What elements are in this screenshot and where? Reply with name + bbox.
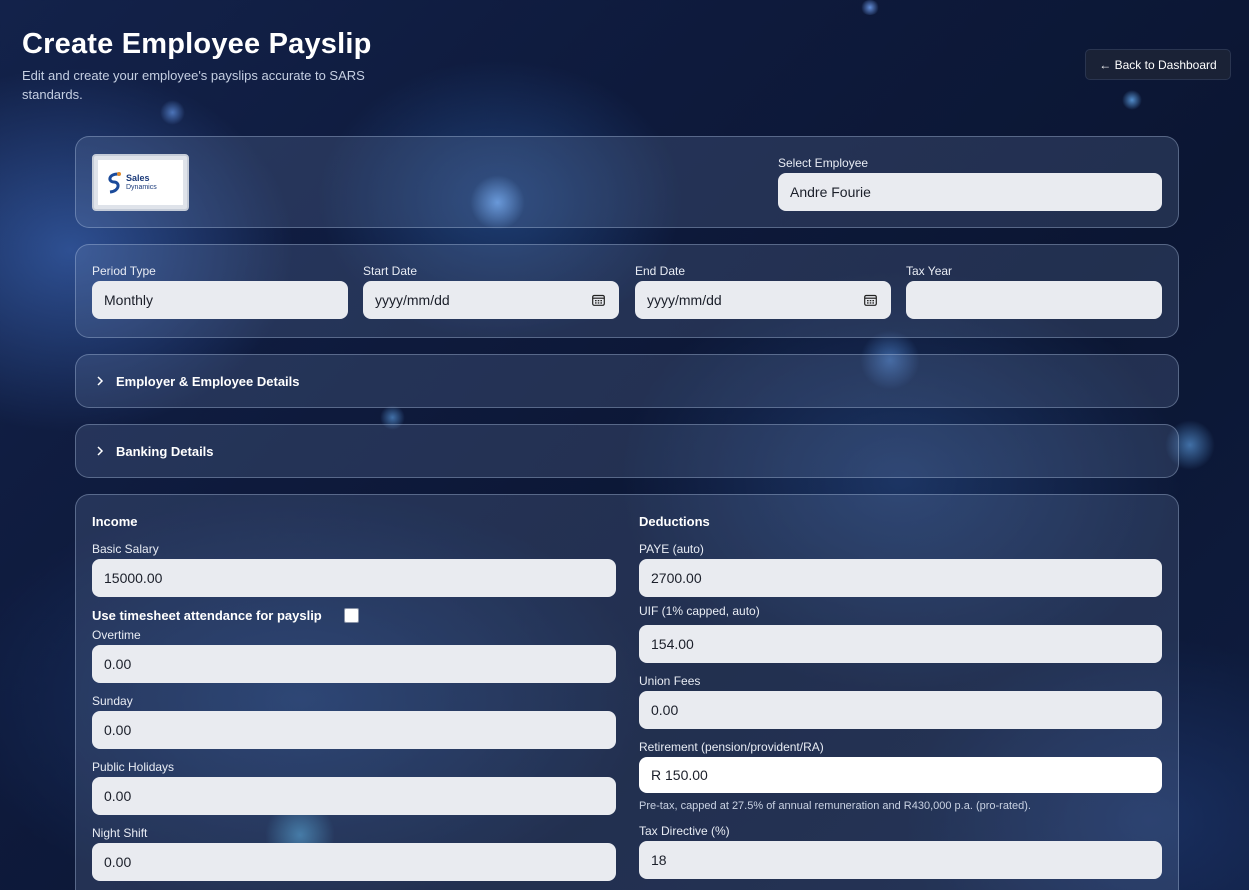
calendar-icon[interactable] (864, 294, 877, 306)
page-subtitle: Edit and create your employee's payslips… (22, 68, 365, 102)
logo-swirl-icon (108, 171, 121, 193)
income-heading: Income (92, 514, 138, 529)
deductions-heading: Deductions (639, 514, 710, 529)
period-type-select[interactable]: Monthly (92, 281, 348, 319)
company-panel: Sales Dynamics Select Employee Andre Fou… (75, 136, 1179, 228)
paye-input[interactable]: 2700.00 (639, 559, 1162, 597)
sunday-label: Sunday (92, 694, 133, 708)
back-to-dashboard-button[interactable]: ← Back to Dashboard (1085, 49, 1231, 80)
start-date-placeholder: yyyy/mm/dd (375, 292, 450, 308)
public-holidays-label: Public Holidays (92, 760, 175, 774)
start-date-label: Start Date (363, 264, 418, 278)
uif-input[interactable]: 154.00 (639, 625, 1162, 663)
retirement-hint: Pre-tax, capped at 27.5% of annual remun… (639, 800, 1031, 812)
end-date-input[interactable]: yyyy/mm/dd (635, 281, 891, 319)
logo-name-2: Dynamics (126, 183, 157, 191)
page-title: Create Employee Payslip (22, 28, 372, 60)
retirement-label: Retirement (pension/provident/RA) (639, 740, 824, 754)
banking-details-title: Banking Details (116, 444, 214, 459)
union-fees-label: Union Fees (639, 674, 701, 688)
overtime-label: Overtime (92, 628, 141, 642)
company-logo-inner: Sales Dynamics (98, 160, 183, 205)
end-date-label: End Date (635, 264, 686, 278)
night-shift-label: Night Shift (92, 826, 148, 840)
logo-name: Sales (126, 172, 150, 183)
union-fees-input[interactable]: 0.00 (639, 691, 1162, 729)
start-date-input[interactable]: yyyy/mm/dd (363, 281, 619, 319)
tax-year-input[interactable] (906, 281, 1162, 319)
calendar-icon[interactable] (592, 294, 605, 306)
background-light (1122, 90, 1142, 110)
end-date-placeholder: yyyy/mm/dd (647, 292, 722, 308)
night-shift-input[interactable]: 0.00 (92, 843, 616, 881)
period-type-label: Period Type (92, 264, 156, 278)
employee-select[interactable]: Andre Fourie (778, 173, 1162, 211)
public-holidays-input[interactable]: 0.00 (92, 777, 616, 815)
basic-salary-input[interactable]: 15000.00 (92, 559, 616, 597)
tax-directive-label: Tax Directive (%) (639, 824, 730, 838)
timesheet-checkbox[interactable] (344, 608, 359, 623)
paye-label: PAYE (auto) (639, 542, 704, 556)
period-panel: Period Type Monthly Start Date yyyy/mm/d… (75, 244, 1179, 338)
tax-year-label: Tax Year (906, 264, 953, 278)
select-employee-label: Select Employee (778, 156, 869, 170)
retirement-input[interactable]: R 150.00 (639, 757, 1162, 793)
background-light (860, 0, 880, 15)
chevron-right-icon (97, 376, 104, 386)
uif-label: UIF (1% capped, auto) (639, 604, 760, 618)
income-deductions-panel: Income Basic Salary 15000.00 Use timeshe… (75, 494, 1179, 890)
banking-details-accordion[interactable]: Banking Details (75, 424, 1179, 478)
tax-directive-input[interactable]: 18 (639, 841, 1162, 879)
company-logo: Sales Dynamics (92, 154, 189, 211)
employer-details-title: Employer & Employee Details (116, 374, 300, 389)
timesheet-label: Use timesheet attendance for payslip (92, 608, 322, 623)
basic-salary-label: Basic Salary (92, 542, 159, 556)
employer-details-accordion[interactable]: Employer & Employee Details (75, 354, 1179, 408)
chevron-right-icon (97, 446, 104, 456)
overtime-input[interactable]: 0.00 (92, 645, 616, 683)
sunday-input[interactable]: 0.00 (92, 711, 616, 749)
